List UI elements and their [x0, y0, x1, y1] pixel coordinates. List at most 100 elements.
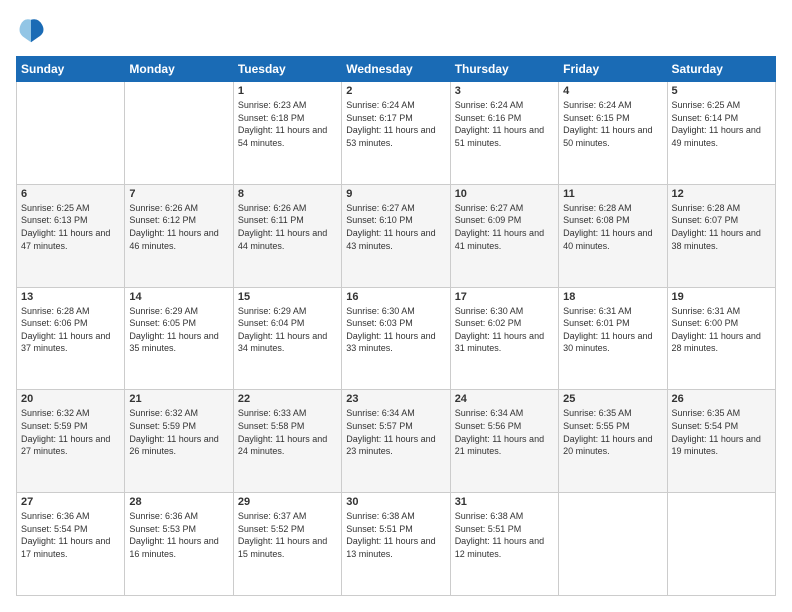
calendar-cell: 4 Sunrise: 6:24 AM Sunset: 6:15 PM Daylig…	[559, 82, 667, 185]
day-number: 18	[563, 291, 662, 303]
day-number: 13	[21, 291, 120, 303]
day-info: Sunrise: 6:35 AM Sunset: 5:55 PM Dayligh…	[563, 407, 662, 457]
day-info: Sunrise: 6:30 AM Sunset: 6:02 PM Dayligh…	[455, 305, 554, 355]
day-info: Sunrise: 6:32 AM Sunset: 5:59 PM Dayligh…	[21, 407, 120, 457]
day-info: Sunrise: 6:34 AM Sunset: 5:57 PM Dayligh…	[346, 407, 445, 457]
calendar-cell: 30 Sunrise: 6:38 AM Sunset: 5:51 PM Dayli…	[342, 493, 450, 596]
day-number: 5	[672, 85, 771, 97]
day-number: 10	[455, 188, 554, 200]
day-info: Sunrise: 6:24 AM Sunset: 6:16 PM Dayligh…	[455, 99, 554, 149]
calendar-table: SundayMondayTuesdayWednesdayThursdayFrid…	[16, 56, 776, 596]
weekday-header: Monday	[125, 57, 233, 82]
calendar-week-row: 1 Sunrise: 6:23 AM Sunset: 6:18 PM Daylig…	[17, 82, 776, 185]
logo-icon	[16, 16, 46, 46]
calendar-cell: 13 Sunrise: 6:28 AM Sunset: 6:06 PM Dayli…	[17, 287, 125, 390]
calendar-cell: 8Sunrise: 6:26 AM Sunset: 6:11 PM Daylig…	[233, 184, 341, 287]
day-number: 26	[672, 393, 771, 405]
calendar-cell: 15 Sunrise: 6:29 AM Sunset: 6:04 PM Dayli…	[233, 287, 341, 390]
day-number: 17	[455, 291, 554, 303]
calendar-cell: 12 Sunrise: 6:28 AM Sunset: 6:07 PM Dayli…	[667, 184, 775, 287]
day-number: 8	[238, 188, 337, 200]
calendar-cell: 3 Sunrise: 6:24 AM Sunset: 6:16 PM Daylig…	[450, 82, 558, 185]
calendar-week-row: 27Sunrise: 6:36 AM Sunset: 5:54 PM Dayli…	[17, 493, 776, 596]
day-info: Sunrise: 6:25 AM Sunset: 6:13 PM Dayligh…	[21, 202, 120, 252]
day-info: Sunrise: 6:38 AM Sunset: 5:51 PM Dayligh…	[346, 510, 445, 560]
calendar-cell: 23 Sunrise: 6:34 AM Sunset: 5:57 PM Dayli…	[342, 390, 450, 493]
calendar-cell: 1 Sunrise: 6:23 AM Sunset: 6:18 PM Daylig…	[233, 82, 341, 185]
calendar-cell: 19 Sunrise: 6:31 AM Sunset: 6:00 PM Dayli…	[667, 287, 775, 390]
day-number: 7	[129, 188, 228, 200]
day-number: 4	[563, 85, 662, 97]
day-info: Sunrise: 6:28 AM Sunset: 6:08 PM Dayligh…	[563, 202, 662, 252]
day-number: 27	[21, 496, 120, 508]
calendar-cell: 17 Sunrise: 6:30 AM Sunset: 6:02 PM Dayli…	[450, 287, 558, 390]
day-info: Sunrise: 6:27 AM Sunset: 6:10 PM Dayligh…	[346, 202, 445, 252]
day-number: 28	[129, 496, 228, 508]
day-number: 22	[238, 393, 337, 405]
day-number: 15	[238, 291, 337, 303]
calendar-cell: 10 Sunrise: 6:27 AM Sunset: 6:09 PM Dayli…	[450, 184, 558, 287]
day-info: Sunrise: 6:28 AM Sunset: 6:06 PM Dayligh…	[21, 305, 120, 355]
calendar-cell: 6 Sunrise: 6:25 AM Sunset: 6:13 PM Daylig…	[17, 184, 125, 287]
page: SundayMondayTuesdayWednesdayThursdayFrid…	[0, 0, 792, 612]
day-number: 11	[563, 188, 662, 200]
day-info: Sunrise: 6:28 AM Sunset: 6:07 PM Dayligh…	[672, 202, 771, 252]
weekday-header: Tuesday	[233, 57, 341, 82]
calendar-cell: 18 Sunrise: 6:31 AM Sunset: 6:01 PM Dayli…	[559, 287, 667, 390]
day-info: Sunrise: 6:25 AM Sunset: 6:14 PM Dayligh…	[672, 99, 771, 149]
day-info: Sunrise: 6:31 AM Sunset: 6:01 PM Dayligh…	[563, 305, 662, 355]
day-number: 9	[346, 188, 445, 200]
calendar-cell: 14Sunrise: 6:29 AM Sunset: 6:05 PM Dayli…	[125, 287, 233, 390]
calendar-header-row: SundayMondayTuesdayWednesdayThursdayFrid…	[17, 57, 776, 82]
day-info: Sunrise: 6:29 AM Sunset: 6:05 PM Dayligh…	[129, 305, 228, 355]
day-number: 2	[346, 85, 445, 97]
calendar-cell: 7 Sunrise: 6:26 AM Sunset: 6:12 PM Daylig…	[125, 184, 233, 287]
day-number: 12	[672, 188, 771, 200]
day-number: 1	[238, 85, 337, 97]
day-number: 31	[455, 496, 554, 508]
weekday-header: Saturday	[667, 57, 775, 82]
calendar-cell: 31 Sunrise: 6:38 AM Sunset: 5:51 PM Dayli…	[450, 493, 558, 596]
day-number: 6	[21, 188, 120, 200]
weekday-header: Friday	[559, 57, 667, 82]
day-info: Sunrise: 6:32 AM Sunset: 5:59 PM Dayligh…	[129, 407, 228, 457]
day-number: 16	[346, 291, 445, 303]
header	[16, 16, 776, 46]
day-info: Sunrise: 6:36 AM Sunset: 5:53 PM Dayligh…	[129, 510, 228, 560]
day-info: Sunrise: 6:27 AM Sunset: 6:09 PM Dayligh…	[455, 202, 554, 252]
calendar-cell	[559, 493, 667, 596]
calendar-cell: 5 Sunrise: 6:25 AM Sunset: 6:14 PM Daylig…	[667, 82, 775, 185]
calendar-week-row: 6 Sunrise: 6:25 AM Sunset: 6:13 PM Daylig…	[17, 184, 776, 287]
day-info: Sunrise: 6:37 AM Sunset: 5:52 PM Dayligh…	[238, 510, 337, 560]
calendar-cell: 29 Sunrise: 6:37 AM Sunset: 5:52 PM Dayli…	[233, 493, 341, 596]
day-number: 29	[238, 496, 337, 508]
day-info: Sunrise: 6:23 AM Sunset: 6:18 PM Dayligh…	[238, 99, 337, 149]
calendar-cell: 25Sunrise: 6:35 AM Sunset: 5:55 PM Dayli…	[559, 390, 667, 493]
day-info: Sunrise: 6:29 AM Sunset: 6:04 PM Dayligh…	[238, 305, 337, 355]
calendar-cell	[17, 82, 125, 185]
day-info: Sunrise: 6:24 AM Sunset: 6:17 PM Dayligh…	[346, 99, 445, 149]
calendar-week-row: 20 Sunrise: 6:32 AM Sunset: 5:59 PM Dayli…	[17, 390, 776, 493]
day-info: Sunrise: 6:26 AM Sunset: 6:12 PM Dayligh…	[129, 202, 228, 252]
logo	[16, 16, 50, 46]
calendar-cell: 28 Sunrise: 6:36 AM Sunset: 5:53 PM Dayli…	[125, 493, 233, 596]
day-number: 20	[21, 393, 120, 405]
calendar-cell: 24Sunrise: 6:34 AM Sunset: 5:56 PM Dayli…	[450, 390, 558, 493]
calendar-cell: 9 Sunrise: 6:27 AM Sunset: 6:10 PM Daylig…	[342, 184, 450, 287]
day-info: Sunrise: 6:24 AM Sunset: 6:15 PM Dayligh…	[563, 99, 662, 149]
day-number: 24	[455, 393, 554, 405]
day-number: 23	[346, 393, 445, 405]
day-number: 21	[129, 393, 228, 405]
calendar-cell: 27Sunrise: 6:36 AM Sunset: 5:54 PM Dayli…	[17, 493, 125, 596]
day-info: Sunrise: 6:38 AM Sunset: 5:51 PM Dayligh…	[455, 510, 554, 560]
day-number: 3	[455, 85, 554, 97]
calendar-cell: 11 Sunrise: 6:28 AM Sunset: 6:08 PM Dayli…	[559, 184, 667, 287]
day-info: Sunrise: 6:31 AM Sunset: 6:00 PM Dayligh…	[672, 305, 771, 355]
weekday-header: Sunday	[17, 57, 125, 82]
day-info: Sunrise: 6:35 AM Sunset: 5:54 PM Dayligh…	[672, 407, 771, 457]
calendar-cell: 2 Sunrise: 6:24 AM Sunset: 6:17 PM Daylig…	[342, 82, 450, 185]
day-number: 19	[672, 291, 771, 303]
calendar-cell: 20 Sunrise: 6:32 AM Sunset: 5:59 PM Dayli…	[17, 390, 125, 493]
calendar-cell	[125, 82, 233, 185]
day-number: 30	[346, 496, 445, 508]
